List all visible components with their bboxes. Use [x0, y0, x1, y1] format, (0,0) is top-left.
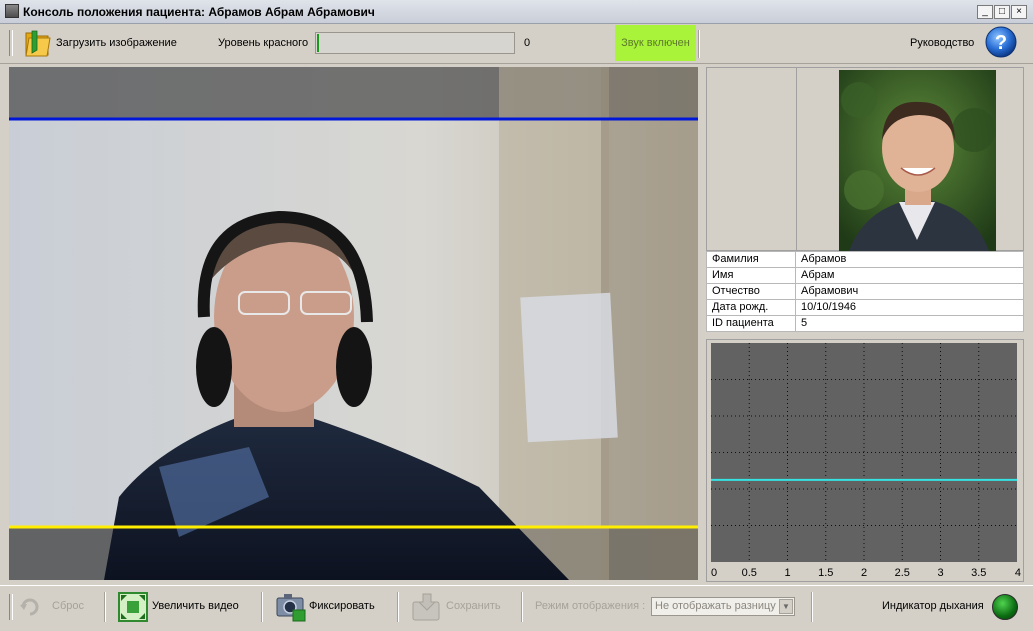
table-row: Имя Абрам — [706, 267, 1024, 284]
x-tick-label: 2 — [861, 567, 867, 579]
reset-button[interactable]: Сброс — [52, 600, 84, 612]
display-mode-select[interactable]: Не отображать разницу ▼ — [651, 597, 795, 616]
x-tick-label: 0 — [711, 567, 717, 579]
guide-button[interactable]: Руководство — [910, 37, 974, 49]
field-value: Абрам — [795, 267, 1024, 284]
bottom-toolbar: Сброс Увеличить видео Фиксировать Сохран… — [0, 585, 1033, 631]
patient-info-table: Фамилия Абрамов Имя Абрам Отчество Абрамови… — [706, 251, 1024, 332]
toolbar-separator — [698, 30, 700, 58]
field-value: Абрамович — [795, 283, 1024, 300]
red-level-progress — [315, 32, 515, 54]
field-label: Отчество — [706, 283, 796, 300]
photo-panel — [706, 67, 1024, 252]
x-tick-label: 1.5 — [818, 567, 833, 579]
breathing-chart: 0 0.5 1 1.5 2 2.5 3 3.5 4 — [711, 343, 1021, 579]
table-row: ID пациента 5 — [706, 315, 1024, 332]
red-level-fill — [317, 34, 319, 52]
video-feed[interactable] — [9, 67, 698, 580]
photo-panel-divider — [796, 68, 797, 252]
bottom-toolbar-grip — [9, 594, 13, 620]
x-tick-label: 3 — [937, 567, 943, 579]
bottom-separator — [521, 592, 523, 622]
wall-paper — [520, 292, 618, 443]
display-mode-label: Режим отображения : — [535, 600, 646, 612]
title-bar: Консоль положения пациента: Абрамов Абра… — [0, 0, 1033, 24]
red-level-value: 0 — [524, 37, 531, 49]
field-label: Дата рожд. — [706, 299, 796, 316]
field-value: Абрамов — [795, 251, 1024, 268]
save-icon[interactable] — [411, 592, 443, 622]
breath-indicator-label: Индикатор дыхания — [882, 600, 984, 612]
help-glyph: ? — [995, 32, 1007, 54]
folder-icon[interactable] — [23, 28, 51, 58]
zoom-video-icon[interactable] — [118, 592, 148, 622]
red-level-label: Уровень красного — [218, 37, 309, 49]
breathing-graph: 0 0.5 1 1.5 2 2.5 3 3.5 4 — [706, 339, 1024, 582]
zoom-video-button[interactable]: Увеличить видео — [152, 600, 239, 612]
bottom-separator — [104, 592, 106, 622]
toolbar: Загрузить изображение Уровень красного 0… — [0, 24, 1033, 64]
bottom-separator — [261, 592, 263, 622]
fix-camera-icon[interactable] — [275, 592, 307, 622]
app-icon — [5, 4, 19, 18]
chevron-down-icon[interactable]: ▼ — [779, 599, 793, 614]
x-tick-label: 2.5 — [895, 567, 910, 579]
x-tick-label: 3.5 — [971, 567, 986, 579]
toolbar-grip — [9, 30, 13, 56]
maximize-button[interactable]: □ — [994, 5, 1010, 19]
bottom-separator — [811, 592, 813, 622]
table-row: Фамилия Абрамов — [706, 251, 1024, 268]
fix-button[interactable]: Фиксировать — [309, 600, 375, 612]
patient-panel: Фамилия Абрамов Имя Абрам Отчество Абрамови… — [706, 67, 1024, 582]
table-row: Дата рожд. 10/10/1946 — [706, 299, 1024, 316]
field-value: 5 — [795, 315, 1024, 332]
help-icon[interactable]: ? — [985, 26, 1017, 58]
minimize-button[interactable]: _ — [977, 5, 993, 19]
sound-toggle-button[interactable]: Звук включен — [615, 25, 696, 61]
bottom-separator — [397, 592, 399, 622]
x-tick-label: 0.5 — [742, 567, 757, 579]
field-label: ID пациента — [706, 315, 796, 332]
window-title: Консоль положения пациента: Абрамов Абра… — [23, 5, 375, 19]
breath-indicator-icon — [992, 594, 1018, 620]
field-value: 10/10/1946 — [795, 299, 1024, 316]
close-button[interactable]: × — [1011, 5, 1027, 19]
x-tick-label: 4 — [1015, 567, 1021, 579]
patient-photo — [839, 70, 996, 251]
load-image-button[interactable]: Загрузить изображение — [56, 37, 177, 49]
field-label: Фамилия — [706, 251, 796, 268]
save-button[interactable]: Сохранить — [446, 600, 501, 612]
reset-icon[interactable] — [18, 595, 42, 619]
table-row: Отчество Абрамович — [706, 283, 1024, 300]
display-mode-value: Не отображать разницу — [655, 600, 776, 612]
field-label: Имя — [706, 267, 796, 284]
x-tick-label: 1 — [784, 567, 790, 579]
video-frame — [9, 67, 698, 580]
